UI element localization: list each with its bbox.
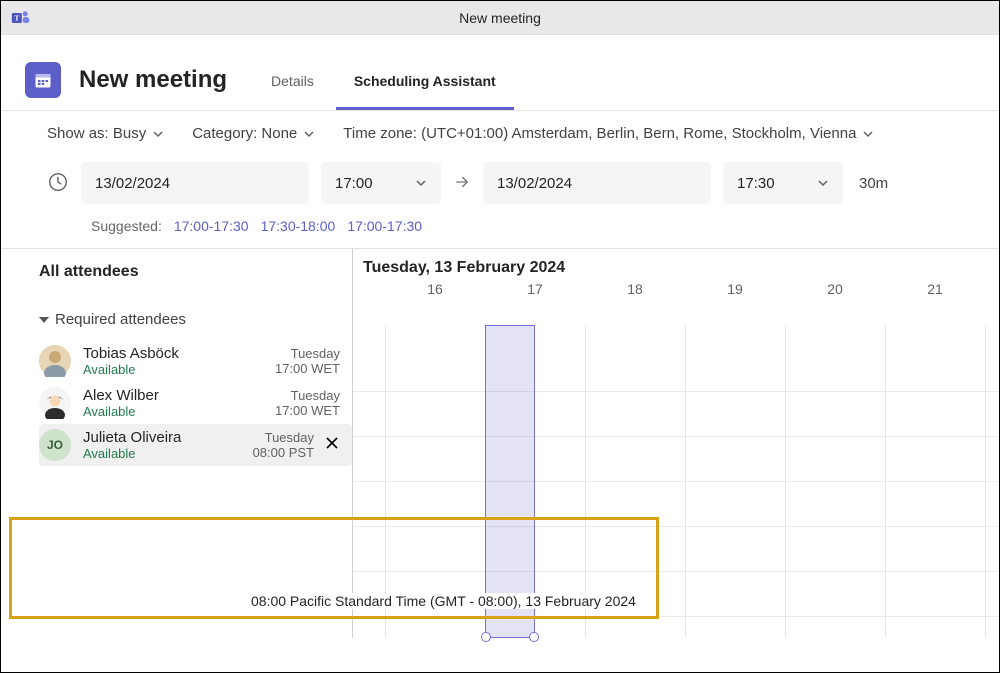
grid-body[interactable] (353, 325, 999, 638)
attendee-row[interactable]: Tobias Asböck Available Tuesday 17:00 WE… (39, 340, 352, 382)
grid-date-heading: Tuesday, 13 February 2024 (353, 249, 999, 281)
required-attendees-toggle[interactable]: Required attendees (39, 311, 352, 328)
suggested-slot[interactable]: 17:00-17:30 (347, 218, 422, 234)
chevron-down-icon (862, 128, 874, 140)
chevron-down-icon (152, 128, 164, 140)
attendee-row[interactable]: Alex Wilber Available Tuesday 17:00 WET (39, 382, 352, 424)
triangle-down-icon (39, 317, 49, 323)
calendar-icon (25, 62, 61, 98)
attendee-panel: All attendees Required attendees Tobias … (1, 249, 353, 638)
duration-label: 30m (859, 175, 888, 192)
category-label: Category: None (192, 125, 297, 142)
scheduler: All attendees Required attendees Tobias … (1, 248, 999, 638)
show-as-label: Show as: Busy (47, 125, 146, 142)
suggested-row: Suggested: 17:00-17:30 17:30-18:00 17:00… (1, 210, 999, 248)
attendee-status: Available (83, 362, 275, 377)
chevron-down-icon (817, 177, 829, 189)
start-time-value: 17:00 (335, 175, 373, 192)
suggested-slot[interactable]: 17:30-18:00 (261, 218, 336, 234)
tab-scheduling-assistant[interactable]: Scheduling Assistant (336, 73, 514, 110)
attendee-name: Julieta Oliveira (83, 429, 253, 446)
chevron-down-icon (415, 177, 427, 189)
page-title: New meeting (79, 66, 227, 94)
tab-details[interactable]: Details (253, 73, 332, 110)
avatar: JO (39, 429, 71, 461)
end-time-value: 17:30 (737, 175, 775, 192)
timezone-tooltip: 08:00 Pacific Standard Time (GMT - 08:00… (245, 593, 642, 609)
options-bar: Show as: Busy Category: None Time zone: … (1, 111, 999, 156)
window-title: New meeting (459, 10, 541, 26)
attendee-localtime: Tuesday 08:00 PST (253, 430, 314, 460)
attendee-name: Alex Wilber (83, 387, 275, 404)
attendee-name: Tobias Asböck (83, 345, 275, 362)
attendee-row[interactable]: JO Julieta Oliveira Available Tuesday 08… (39, 424, 352, 466)
all-attendees-heading: All attendees (39, 263, 352, 281)
availability-grid[interactable]: Tuesday, 13 February 2024 16 17 18 19 20… (353, 249, 999, 638)
grid-hour-labels: 16 17 18 19 20 21 (353, 281, 999, 297)
end-date-field[interactable]: 13/02/2024 (483, 162, 711, 204)
show-as-dropdown[interactable]: Show as: Busy (47, 125, 164, 142)
avatar (39, 345, 71, 377)
avatar (39, 387, 71, 419)
selection-handle-left[interactable] (481, 632, 491, 642)
required-attendees-label: Required attendees (55, 311, 186, 328)
selection-handle-right[interactable] (529, 632, 539, 642)
attendee-status: Available (83, 446, 253, 461)
attendee-status: Available (83, 404, 275, 419)
time-row: 13/02/2024 17:00 13/02/2024 17:30 30m (1, 156, 999, 210)
svg-text:T: T (14, 13, 19, 22)
start-time-field[interactable]: 17:00 (321, 162, 441, 204)
page-header: New meeting Details Scheduling Assistant (1, 35, 999, 111)
end-time-field[interactable]: 17:30 (723, 162, 843, 204)
start-date-field[interactable]: 13/02/2024 (81, 162, 309, 204)
arrow-right-icon (453, 173, 471, 194)
time-selection-band[interactable] (485, 325, 535, 638)
tabs: Details Scheduling Assistant (253, 49, 514, 110)
attendee-localtime: Tuesday 17:00 WET (275, 388, 340, 418)
suggested-slot[interactable]: 17:00-17:30 (174, 218, 249, 234)
suggested-label: Suggested: (91, 218, 162, 234)
title-bar: T New meeting (1, 1, 999, 35)
teams-app-icon: T (11, 8, 31, 28)
category-dropdown[interactable]: Category: None (192, 125, 315, 142)
remove-attendee-button[interactable] (324, 435, 340, 456)
chevron-down-icon (303, 128, 315, 140)
clock-icon (47, 171, 69, 196)
timezone-dropdown[interactable]: Time zone: (UTC+01:00) Amsterdam, Berlin… (343, 125, 874, 142)
timezone-label: Time zone: (UTC+01:00) Amsterdam, Berlin… (343, 125, 856, 142)
attendee-localtime: Tuesday 17:00 WET (275, 346, 340, 376)
